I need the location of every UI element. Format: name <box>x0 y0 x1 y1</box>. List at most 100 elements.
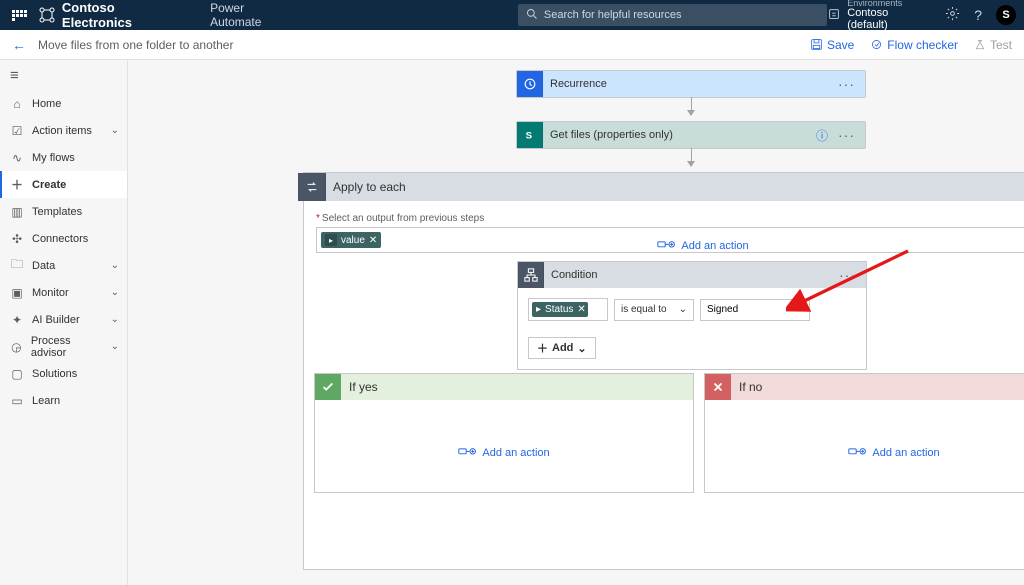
data-icon: 🗀 <box>10 255 24 276</box>
nav-label: Solutions <box>32 368 77 380</box>
operator-label: is equal to <box>621 304 667 315</box>
condition-operator-select[interactable]: is equal to ⌄ <box>614 299 694 321</box>
nav-item-monitor[interactable]: ▣ Monitor ⌄ <box>0 279 127 306</box>
nav-label: Data <box>32 260 55 272</box>
help-icon[interactable]: ? <box>974 7 982 23</box>
connector-arrow <box>691 97 692 115</box>
ai-builder-icon: ✦ <box>10 313 24 327</box>
sharepoint-icon: S <box>517 122 543 148</box>
nav-item-templates[interactable]: ▥Templates <box>0 198 127 225</box>
left-nav: ≡ ⌂ Home ☑ Action items ⌄ ∿ My flows ＋ Create… <box>0 60 128 585</box>
flow-checker-button[interactable]: Flow checker <box>870 38 958 52</box>
save-button[interactable]: Save <box>810 38 854 52</box>
nav-item-create[interactable]: ＋ Create <box>0 171 127 198</box>
card-menu-icon[interactable]: ··· <box>835 267 860 283</box>
card-menu-icon[interactable]: ··· <box>834 127 859 143</box>
action-items-icon: ☑ <box>10 124 24 138</box>
search-input[interactable] <box>544 9 819 21</box>
nav-label: Process advisor <box>31 335 103 359</box>
nav-label: Monitor <box>32 287 69 299</box>
card-title: Apply to each <box>333 180 1024 194</box>
plus-icon: ＋ <box>537 340 548 356</box>
nav-item-data[interactable]: 🗀Data⌄ <box>0 252 127 279</box>
nav-label: My flows <box>32 152 75 164</box>
chevron-down-icon: ⌄ <box>111 314 119 325</box>
nav-item-my-flows[interactable]: ∿ My flows <box>0 144 127 171</box>
action-card-get-files[interactable]: S Get files (properties only) ⓘ ··· <box>516 121 866 149</box>
add-action-button[interactable]: Add an action <box>657 239 748 253</box>
app-name: Power Automate <box>210 1 298 29</box>
back-arrow-icon[interactable]: ← <box>12 37 26 53</box>
nav-item-learn[interactable]: ▭ Learn <box>0 387 127 414</box>
svg-text:S: S <box>525 131 532 142</box>
nav-label: Learn <box>32 395 60 407</box>
environment-picker[interactable]: Environments Contoso (default) <box>827 0 931 31</box>
chevron-down-icon: ⌄ <box>679 304 687 315</box>
action-card-condition[interactable]: Condition ··· ▸ Status ✕ <box>517 261 867 370</box>
waffle-icon[interactable] <box>8 6 32 25</box>
chevron-down-icon: ⌄ <box>577 342 586 355</box>
add-action-label: Add an action <box>681 240 748 252</box>
add-action-button[interactable]: Add an action <box>848 446 939 460</box>
nav-item-connectors[interactable]: ✣Connectors <box>0 225 127 252</box>
chevron-down-icon: ⌄ <box>111 125 119 136</box>
nav-item-home[interactable]: ⌂ Home <box>0 90 127 117</box>
add-action-label: Add an action <box>872 447 939 459</box>
add-action-button[interactable]: Add an action <box>458 446 549 460</box>
add-action-label: Add an action <box>482 447 549 459</box>
settings-icon[interactable] <box>945 6 960 24</box>
nav-item-action-items[interactable]: ☑ Action items ⌄ <box>0 117 127 144</box>
token-icon: ▸ <box>536 304 541 315</box>
branch-if-no: If no Add an action <box>704 373 1024 493</box>
solutions-icon: ▢ <box>10 367 24 381</box>
trigger-card-recurrence[interactable]: Recurrence ··· <box>516 70 866 98</box>
environment-name: Contoso (default) <box>847 8 931 31</box>
save-label: Save <box>827 38 854 52</box>
action-card-apply-to-each[interactable]: Apply to each ··· Select an output from … <box>303 172 1024 570</box>
nav-label: Action items <box>32 125 92 137</box>
chevron-down-icon: ⌄ <box>111 287 119 298</box>
avatar[interactable]: S <box>996 5 1016 25</box>
check-icon <box>315 374 341 400</box>
nav-label: Templates <box>32 206 82 218</box>
token-label: Status <box>545 304 573 315</box>
brand-name: Contoso Electronics <box>62 0 188 30</box>
condition-left-operand[interactable]: ▸ Status ✕ <box>528 298 608 321</box>
command-bar: ← Move files from one folder to another … <box>0 30 1024 60</box>
my-flows-icon: ∿ <box>10 151 24 165</box>
nav-label: Home <box>32 98 61 110</box>
monitor-icon: ▣ <box>10 286 24 300</box>
nav-label: Create <box>32 179 66 191</box>
search-box[interactable] <box>518 4 827 26</box>
process-advisor-icon: ◶ <box>10 340 23 354</box>
learn-icon: ▭ <box>10 394 24 408</box>
home-icon: ⌂ <box>10 97 24 111</box>
card-menu-icon[interactable]: ··· <box>834 76 859 92</box>
nav-item-process-advisor[interactable]: ◶ Process advisor ⌄ <box>0 333 127 360</box>
recurrence-icon <box>517 71 543 97</box>
card-title: Condition <box>551 269 835 281</box>
nav-item-ai-builder[interactable]: ✦AI Builder⌄ <box>0 306 127 333</box>
card-title: Recurrence <box>550 78 834 90</box>
add-condition-button[interactable]: ＋ Add ⌄ <box>528 337 596 359</box>
info-icon[interactable]: ⓘ <box>816 127 828 144</box>
environment-icon <box>827 7 841 24</box>
branch-label: If no <box>739 380 762 394</box>
remove-token-icon[interactable]: ✕ <box>577 304 585 315</box>
condition-value-input[interactable] <box>700 299 810 321</box>
nav-collapse-icon[interactable]: ≡ <box>0 60 127 90</box>
connector-arrow <box>691 148 692 166</box>
create-icon: ＋ <box>10 176 24 193</box>
branch-if-yes: If yes Add an action <box>314 373 694 493</box>
nav-item-solutions[interactable]: ▢ Solutions <box>0 360 127 387</box>
flow-canvas[interactable]: Recurrence ··· S Get files (properties o… <box>128 60 1024 585</box>
add-label: Add <box>552 342 573 354</box>
loop-icon <box>298 173 326 201</box>
branch-label: If yes <box>349 380 378 394</box>
test-button[interactable]: Test <box>974 38 1012 52</box>
chevron-down-icon: ⌄ <box>111 341 119 352</box>
cross-icon <box>705 374 731 400</box>
top-bar: Contoso Electronics Power Automate Envir… <box>0 0 1024 30</box>
search-icon <box>526 8 538 23</box>
condition-icon <box>518 262 544 288</box>
